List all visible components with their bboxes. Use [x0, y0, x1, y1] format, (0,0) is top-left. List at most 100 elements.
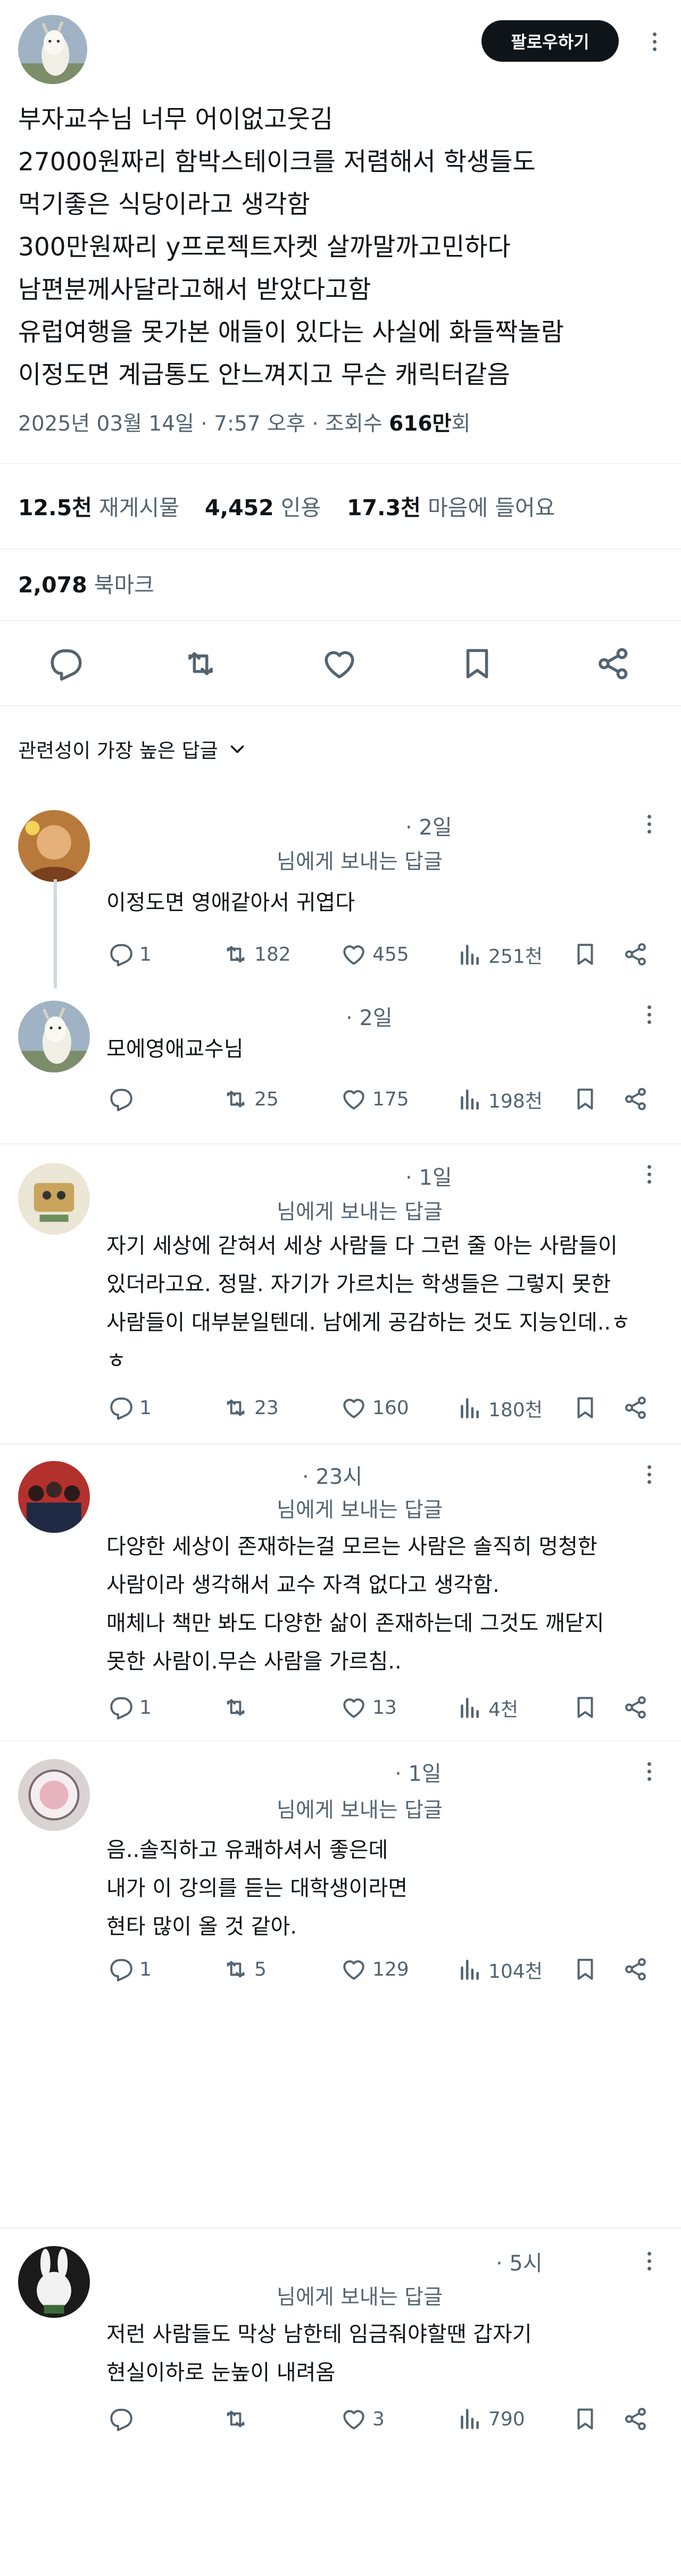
reply-views-action[interactable]: 790: [456, 2406, 525, 2432]
share-icon[interactable]: [622, 1086, 649, 1112]
share-icon[interactable]: [595, 645, 632, 682]
bookmark-stat[interactable]: 2,078 북마크: [18, 567, 154, 599]
reply-time[interactable]: · 23시: [302, 1459, 362, 1490]
reply-repost-action[interactable]: 23: [222, 1394, 279, 1421]
thread-connector: [54, 879, 57, 988]
bookmark-icon[interactable]: [572, 2406, 599, 2432]
author-avatar[interactable]: [18, 1001, 90, 1072]
reply-to-label: 님에게 보내는 답글: [277, 1498, 443, 1522]
views-icon: [456, 942, 483, 968]
post-text-line: 300만원짜리 y프로젝트자켓 살까말까고민하다: [18, 233, 511, 262]
like-icon: [340, 941, 367, 968]
repost-icon[interactable]: [222, 2406, 249, 2432]
reply-to-label: 님에게 보내는 답글: [277, 1200, 443, 1224]
reply-comment-action[interactable]: 1: [107, 1394, 152, 1421]
quote-stat[interactable]: 4,452 인용: [205, 490, 321, 522]
more-icon[interactable]: [644, 26, 665, 57]
share-icon[interactable]: [622, 1394, 649, 1421]
reply-views-action[interactable]: 180천: [456, 1394, 543, 1422]
share-icon[interactable]: [622, 1956, 649, 1983]
repost-stat[interactable]: 12.5천 재게시물: [18, 490, 179, 522]
reply-icon[interactable]: [47, 645, 84, 682]
follow-button[interactable]: 팔로우하기: [481, 20, 619, 62]
post-text-line: 27000원짜리 함박스테이크를 저렴해서 학생들도: [18, 147, 536, 177]
reply-text-line: 현실이하로 눈높이 내려옴: [106, 2360, 336, 2385]
reply-avatar[interactable]: [18, 2246, 90, 2318]
more-icon[interactable]: [638, 808, 660, 840]
reply-like-action[interactable]: 3: [340, 2406, 385, 2432]
post-meta: 2025년 03월 14일 · 7:57 오후 · 조회수 616만회: [18, 407, 470, 437]
reply-text-line: 음..솔직하고 유쾌하셔서 좋은데: [106, 1838, 388, 1862]
reply-icon: [107, 1394, 134, 1421]
reply-repost-action[interactable]: 182: [222, 941, 291, 968]
reply-comment-action[interactable]: 1: [107, 941, 152, 968]
reply-text-line: 사람이라 생각해서 교수 자격 없다고 생각함.: [106, 1573, 500, 1597]
like-icon: [340, 1086, 367, 1112]
reply-icon[interactable]: [107, 1086, 134, 1112]
repost-icon[interactable]: [182, 645, 219, 682]
bookmark-icon[interactable]: [572, 1086, 599, 1112]
reply-avatar[interactable]: [18, 1759, 90, 1831]
reply-icon: [107, 1694, 134, 1721]
reply-avatar[interactable]: [18, 1461, 90, 1533]
like-icon[interactable]: [321, 645, 358, 682]
more-icon[interactable]: [638, 998, 660, 1030]
more-icon[interactable]: [638, 1158, 660, 1190]
more-icon[interactable]: [638, 1458, 660, 1490]
reply-icon: [107, 1956, 134, 1983]
reply-like-action[interactable]: 129: [340, 1956, 409, 1983]
share-icon[interactable]: [622, 941, 649, 968]
bookmark-icon[interactable]: [572, 1394, 599, 1421]
reply-views-action[interactable]: 198천: [456, 1086, 543, 1113]
repost-icon[interactable]: [222, 1694, 249, 1721]
reply-like-action[interactable]: 13: [340, 1694, 397, 1721]
share-icon[interactable]: [622, 2406, 649, 2432]
share-icon[interactable]: [622, 1694, 649, 1721]
views-icon: [456, 2406, 483, 2432]
reply-comment-action[interactable]: 1: [107, 1694, 152, 1721]
reply-avatar[interactable]: [18, 810, 90, 882]
reply-text-line: 모에영애교수님: [106, 1037, 244, 1061]
reply-like-action[interactable]: 160: [340, 1394, 409, 1421]
bookmark-icon[interactable]: [572, 1956, 599, 1983]
reply-views-action[interactable]: 104천: [456, 1956, 543, 1984]
reply-text-line: 못한 사람이.무슨 사람을 가르침..: [106, 1649, 402, 1674]
post-text-line: 이정도면 계급통도 안느껴지고 무슨 캐릭터같음: [18, 360, 510, 390]
reply-like-action[interactable]: 455: [340, 941, 409, 968]
reply-text-line: 사람들이 대부분일텐데. 남에게 공감하는 것도 지능인데..ㅎ: [106, 1310, 630, 1335]
repost-icon: [222, 941, 249, 968]
reply-to-label: 님에게 보내는 답글: [277, 2285, 443, 2309]
reply-time[interactable]: · 2일: [405, 810, 452, 841]
reply-icon[interactable]: [107, 2406, 134, 2432]
post-text-line: 먹기좋은 식당이라고 생각함: [18, 190, 310, 219]
reply-sort-dropdown[interactable]: 관련성이 가장 높은 답글: [18, 734, 247, 763]
repost-icon: [222, 1956, 249, 1983]
reply-time[interactable]: · 2일: [346, 1001, 393, 1031]
repost-icon: [222, 1086, 249, 1112]
views-icon: [456, 1395, 483, 1422]
reply-repost-action[interactable]: 25: [222, 1086, 279, 1112]
reply-text-line: 자기 세상에 갇혀서 세상 사람들 다 그런 줄 아는 사람들이: [106, 1234, 618, 1258]
reply-views-action[interactable]: 4천: [456, 1694, 518, 1722]
author-avatar[interactable]: [18, 15, 87, 84]
like-icon: [340, 1956, 367, 1983]
reply-time[interactable]: · 1일: [405, 1160, 452, 1191]
reply-repost-action[interactable]: 5: [222, 1956, 267, 1983]
reply-comment-action[interactable]: 1: [107, 1956, 152, 1983]
bookmark-icon[interactable]: [459, 645, 496, 682]
like-stat[interactable]: 17.3천 마음에 들어요: [347, 490, 555, 522]
reply-like-action[interactable]: 175: [340, 1086, 409, 1112]
post-text-line: 유럽여행을 못가본 애들이 있다는 사실에 화들짝놀람: [18, 318, 564, 347]
more-icon[interactable]: [638, 1755, 660, 1787]
reply-views-action[interactable]: 251천: [456, 941, 543, 969]
reply-time[interactable]: · 5시: [496, 2246, 543, 2277]
bookmark-icon[interactable]: [572, 1694, 599, 1721]
post-date[interactable]: 2025년 03월 14일 · 7:57 오후 · 조회수: [18, 412, 389, 436]
reply-time[interactable]: · 1일: [395, 1756, 442, 1787]
reply-to-label: 님에게 보내는 답글: [277, 1798, 443, 1822]
more-icon[interactable]: [638, 2245, 660, 2277]
bookmark-icon[interactable]: [572, 941, 599, 968]
reply-to-label: 님에게 보내는 답글: [277, 850, 443, 874]
reply-text-line: 저런 사람들도 막상 남한테 임금줘야할땐 갑자기: [106, 2322, 532, 2347]
reply-avatar[interactable]: [18, 1163, 90, 1235]
